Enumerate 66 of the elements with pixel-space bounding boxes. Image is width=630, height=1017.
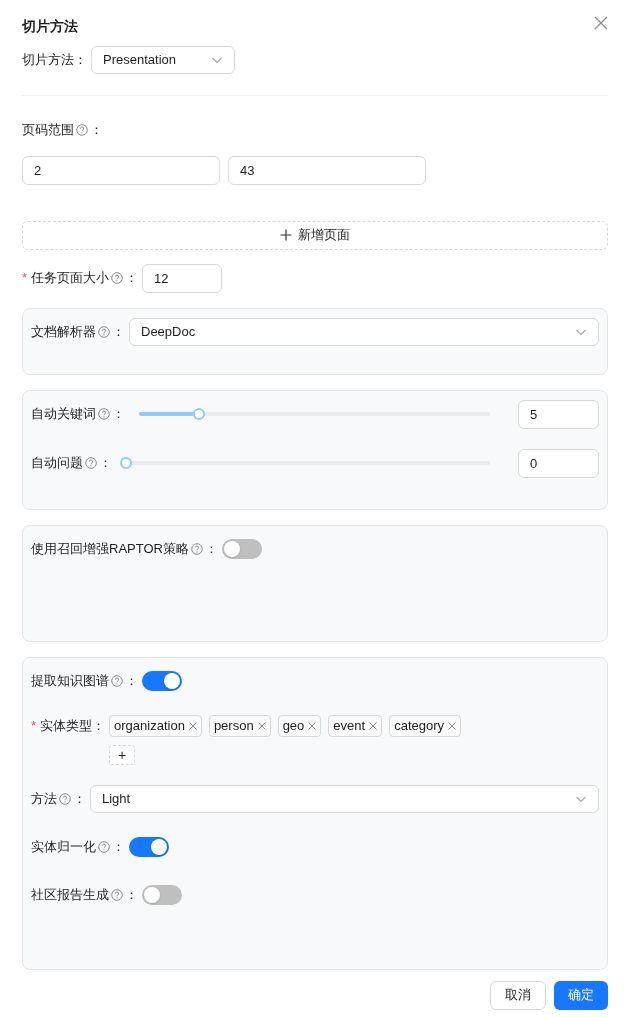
select-value: Light (102, 789, 131, 808)
field-label: 文档解析器 (31, 322, 96, 341)
slider-handle[interactable] (120, 457, 132, 469)
tag-text: person (213, 716, 254, 735)
cancel-button[interactable]: 取消 (490, 980, 546, 1010)
toggle-switch[interactable] (129, 836, 169, 857)
select-field[interactable]: Presentation (91, 46, 235, 74)
select-field[interactable]: Light (90, 784, 599, 813)
label-colon: ： (112, 322, 125, 341)
field-label: 方法 (31, 789, 57, 808)
label-colon: ： (125, 885, 138, 904)
label-colon: ： (125, 269, 139, 288)
field-label: 提取知识图谱 (31, 671, 109, 690)
toggle-switch[interactable] (142, 884, 182, 905)
label-colon: ： (99, 454, 112, 473)
label-colon: ： (112, 405, 125, 424)
field-label: 自动关键词 (31, 405, 96, 424)
field-label: 自动问题 (31, 454, 83, 473)
label-colon: ： (204, 539, 218, 558)
label-colon: ： (125, 671, 138, 690)
tag-text: organization (114, 716, 185, 735)
required-mark: * (31, 716, 37, 735)
tag-text: event (333, 716, 366, 735)
field-label: 页码范围 (22, 121, 74, 139)
select-value: Presentation (103, 51, 176, 70)
add-tag-button[interactable]: + (109, 744, 136, 765)
tag-remove-button[interactable] (448, 721, 457, 730)
close-icon (257, 721, 266, 730)
field-label: 切片方法 (22, 51, 74, 70)
required-mark: * (22, 269, 28, 288)
field-label: 实体类型 (40, 716, 93, 735)
add-page-button[interactable]: 新增页面 (22, 220, 608, 250)
field-label: 任务页面大小 (31, 269, 110, 288)
field-label: 使用召回增强RAPTOR策略 (31, 539, 189, 558)
tag-remove-button[interactable] (308, 721, 317, 730)
label-colon: ： (92, 716, 106, 735)
close-button[interactable] (594, 16, 608, 30)
label-colon: ： (73, 789, 86, 808)
toggle-switch[interactable] (221, 538, 262, 559)
tag-remove-button[interactable] (257, 721, 266, 730)
field-label: 实体归一化 (31, 837, 96, 856)
tag-text: category (394, 716, 445, 735)
number-field[interactable]: 12 (142, 263, 223, 293)
dialog-title: 切片方法 (22, 16, 78, 36)
select-value: DeepDoc (141, 322, 196, 341)
tag-remove-button[interactable] (369, 721, 378, 730)
field-label: 社区报告生成 (31, 885, 109, 904)
tag-text: geo (282, 716, 305, 735)
select-field[interactable]: DeepDoc (129, 317, 599, 346)
number-field[interactable]: 0 (518, 448, 599, 478)
close-icon (448, 721, 457, 730)
close-icon (369, 721, 378, 730)
number-field[interactable]: 2 (22, 155, 220, 185)
number-field[interactable]: 5 (518, 399, 599, 429)
close-icon (308, 721, 317, 730)
tag-remove-button[interactable] (188, 721, 197, 730)
number-field[interactable]: 43 (228, 155, 426, 185)
close-icon (594, 16, 608, 30)
slider-handle[interactable] (192, 408, 205, 420)
label-colon: ： (112, 837, 125, 856)
label-colon: ： (74, 51, 87, 70)
confirm-button[interactable]: 确定 (554, 980, 608, 1010)
close-icon (188, 721, 197, 730)
toggle-switch[interactable] (142, 670, 182, 691)
plus-icon (280, 229, 292, 241)
label-colon: ： (90, 121, 103, 139)
